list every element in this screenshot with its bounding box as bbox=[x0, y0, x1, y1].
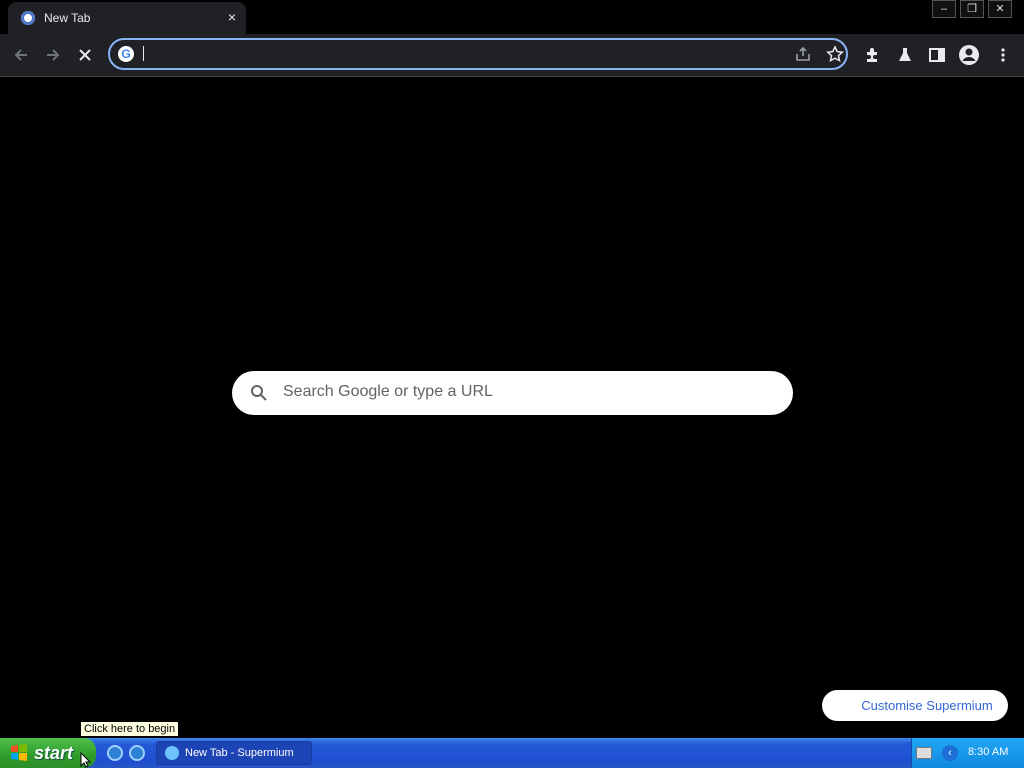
labs-icon bbox=[899, 48, 911, 61]
mouse-pointer-icon bbox=[80, 752, 92, 768]
customise-button[interactable]: Customise Supermium bbox=[822, 690, 1008, 721]
show-hidden-icons-icon[interactable]: ‹ bbox=[942, 745, 958, 761]
window-controls: – ❐ ✕ bbox=[928, 0, 1012, 18]
browser-quicklaunch-icon[interactable] bbox=[129, 745, 145, 761]
windows-logo-icon bbox=[11, 744, 27, 761]
tab-favicon-icon bbox=[21, 11, 35, 25]
taskbar: start New Tab - Supermium ‹ 8:30 AM bbox=[0, 738, 1024, 768]
taskbar-item-label: New Tab - Supermium bbox=[185, 747, 294, 759]
address-input[interactable] bbox=[140, 43, 774, 67]
tab-title: New Tab bbox=[44, 11, 91, 25]
bookmark-button[interactable] bbox=[822, 41, 848, 67]
back-icon bbox=[14, 49, 27, 61]
tab-close-icon[interactable]: × bbox=[224, 9, 240, 25]
text-cursor bbox=[143, 46, 144, 61]
customise-label: Customise Supermium bbox=[861, 698, 993, 713]
close-window-button[interactable]: ✕ bbox=[988, 0, 1012, 18]
back-button[interactable] bbox=[8, 42, 34, 68]
forward-button[interactable] bbox=[40, 42, 66, 68]
forward-icon bbox=[47, 49, 60, 61]
google-icon: G bbox=[118, 46, 134, 62]
minimize-button[interactable]: – bbox=[932, 0, 956, 18]
share-button[interactable] bbox=[790, 41, 816, 67]
profile-button[interactable] bbox=[956, 42, 982, 68]
keyboard-icon[interactable] bbox=[916, 747, 932, 759]
labs-button[interactable] bbox=[892, 42, 918, 68]
ntp-search-box[interactable]: Search Google or type a URL bbox=[232, 371, 793, 415]
start-label: start bbox=[34, 743, 74, 763]
tab-strip: New Tab × – ❐ ✕ bbox=[0, 0, 1024, 34]
share-icon bbox=[796, 46, 810, 61]
bookmark-star-icon bbox=[826, 45, 844, 63]
side-panel-icon bbox=[929, 48, 945, 62]
extensions-icon bbox=[867, 48, 877, 62]
clock[interactable]: 8:30 AM bbox=[968, 746, 1008, 758]
search-placeholder: Search Google or type a URL bbox=[283, 383, 493, 400]
menu-icon bbox=[1001, 48, 1005, 62]
tab-new-tab[interactable]: New Tab × bbox=[8, 2, 246, 34]
restore-button[interactable]: ❐ bbox=[960, 0, 984, 18]
system-tray: ‹ 8:30 AM bbox=[911, 738, 1024, 768]
taskbar-item-supermium[interactable]: New Tab - Supermium bbox=[156, 741, 312, 765]
side-panel-button[interactable] bbox=[924, 42, 950, 68]
menu-button[interactable] bbox=[990, 42, 1016, 68]
profile-icon bbox=[959, 45, 979, 65]
start-tooltip: Click here to begin bbox=[80, 721, 180, 737]
extensions-button[interactable] bbox=[860, 42, 886, 68]
internet-explorer-icon[interactable] bbox=[107, 745, 123, 761]
stop-icon bbox=[79, 49, 91, 61]
address-bar[interactable]: G bbox=[108, 38, 848, 70]
browser-toolbar: G bbox=[0, 34, 1024, 77]
stop-button[interactable] bbox=[72, 42, 98, 68]
search-icon bbox=[251, 385, 267, 401]
supermium-icon bbox=[165, 746, 179, 760]
